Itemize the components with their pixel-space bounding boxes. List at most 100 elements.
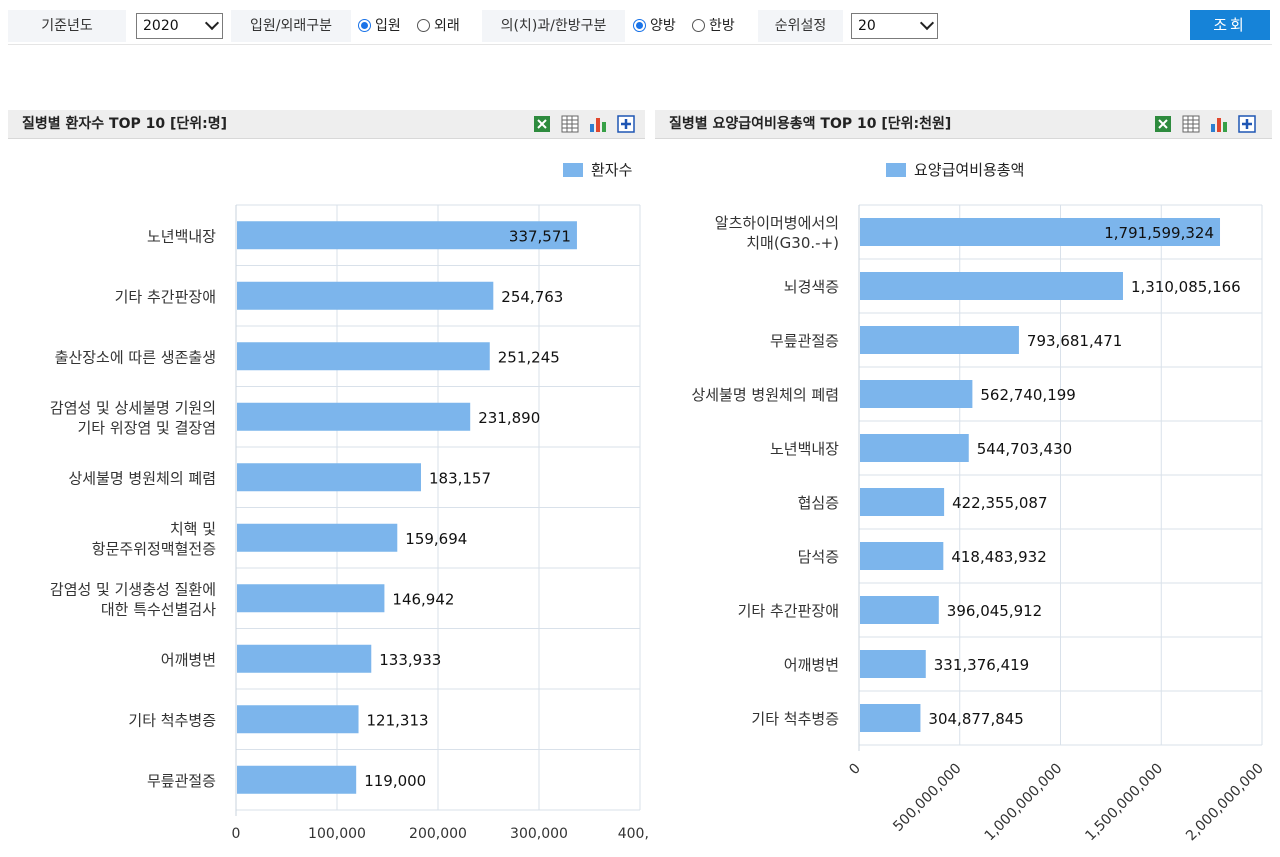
table-icon[interactable] [1181,114,1201,134]
category-label: 담석증 [798,548,839,566]
radio-unselected-icon [417,19,430,32]
bar[interactable] [860,326,1019,354]
chevron-down-icon [919,15,935,31]
category-label: 기타 위장염 및 결장염 [77,419,216,437]
add-icon[interactable] [1237,114,1257,134]
category-label: 뇌경색증 [784,278,839,296]
x-tick-label: 500,000,000 [890,761,964,835]
data-label: 251,245 [498,348,560,366]
bar[interactable] [237,463,421,492]
year-label: 기준년도 [8,10,126,42]
year-select-value: 2020 [143,18,179,34]
bar[interactable] [237,584,385,613]
data-label: 231,890 [478,409,540,427]
radio-inpatient[interactable]: 입원 [358,17,401,35]
radio-unselected-icon [692,19,705,32]
data-label: 254,763 [501,288,563,306]
bar[interactable] [860,434,969,462]
bar[interactable] [237,342,490,371]
data-label: 159,694 [405,530,467,548]
category-label: 협심증 [798,494,839,512]
category-label: 기타 척추병증 [128,711,216,729]
rank-select[interactable]: 20 [851,13,938,39]
data-label: 146,942 [392,590,454,608]
category-label: 기타 추간판장애 [738,602,839,620]
category-label: 무릎관절증 [770,332,839,350]
bar[interactable] [860,650,926,678]
data-label: 304,877,845 [928,710,1023,728]
data-label: 562,740,199 [980,386,1075,404]
category-label: 노년백내장 [147,227,216,245]
category-label: 기타 추간판장애 [115,288,216,306]
radio-oriental-label: 한방 [709,18,735,34]
data-label: 418,483,932 [951,548,1046,566]
bar[interactable] [860,272,1123,300]
add-icon[interactable] [616,114,636,134]
cost-panel-header: 질병별 요양급여비용총액 TOP 10 [단위:천원] [655,110,1272,139]
legend[interactable]: 환자수 [563,161,632,179]
data-label: 337,571 [509,227,571,245]
data-label: 1,791,599,324 [1104,224,1214,242]
bar[interactable] [860,380,973,408]
excel-icon[interactable] [532,114,552,134]
bar[interactable] [237,705,359,734]
rank-label: 순위설정 [758,10,843,42]
legend-label: 요양급여비용총액 [914,161,1024,179]
category-label: 어깨병변 [784,656,839,674]
x-tick-label: 100,000 [308,826,366,842]
data-label: 544,703,430 [977,440,1072,458]
radio-western[interactable]: 양방 [633,17,676,35]
data-label: 1,310,085,166 [1131,278,1241,296]
cost-panel-title: 질병별 요양급여비용총액 TOP 10 [단위:천원] [669,116,952,132]
radio-western-label: 양방 [650,18,676,34]
category-label: 치매(G30.-+) [746,234,839,252]
bar[interactable] [237,281,494,310]
category-label: 감염성 및 상세불명 기원의 [50,399,216,417]
medtype-label: 의(치)과/한방구분 [482,10,625,42]
legend-label: 환자수 [591,161,632,179]
radio-oriental[interactable]: 한방 [692,17,735,35]
x-tick-label: 400,... [618,826,650,842]
data-label: 331,376,419 [934,656,1029,674]
category-label: 치핵 및 [170,520,216,538]
radio-inpatient-label: 입원 [375,18,401,34]
cost-bar-chart: 요양급여비용총액 1,791,599,324 알츠하이머병에서의치매(G30.-+)… [691,161,1266,845]
category-label: 어깨병변 [161,651,216,669]
chart-icon[interactable] [588,114,608,134]
category-label: 무릎관절증 [147,772,216,790]
bar[interactable] [860,596,939,624]
bar[interactable] [237,765,357,794]
radio-outpatient[interactable]: 외래 [417,17,460,35]
bar[interactable] [237,644,372,673]
rank-select-value: 20 [858,18,876,34]
x-tick-label: 300,000 [510,826,568,842]
category-label: 감염성 및 기생충성 질환에 [50,580,216,598]
category-label: 상세불명 병원체의 폐렴 [691,386,839,404]
search-button[interactable]: 조회 [1190,10,1270,40]
excel-icon[interactable] [1153,114,1173,134]
legend-swatch [563,163,583,177]
year-select[interactable]: 2020 [136,13,223,39]
patients-bar-chart: 환자수 337,571 노년백내장 254,763 기타 추간판장애 251,245 출산장… [50,161,650,842]
category-label: 출산장소에 따른 생존출생 [55,348,216,366]
filter-bar: 기준년도 2020 입원/외래구분 입원 외래 의(치)과/한방구분 양방 한방… [8,8,1272,45]
data-label: 396,045,912 [947,602,1042,620]
category-label: 상세불명 병원체의 폐렴 [68,469,216,487]
x-tick-label: 1,500,000,000 [1082,761,1166,845]
table-icon[interactable] [560,114,580,134]
legend-swatch [886,163,906,177]
bar[interactable] [237,402,471,431]
radio-selected-icon [358,19,371,32]
bar[interactable] [860,704,921,732]
category-label: 알츠하이머병에서의 [715,214,839,232]
radio-outpatient-label: 외래 [434,18,460,34]
chart-icon[interactable] [1209,114,1229,134]
category-label: 대한 특수선별검사 [101,600,216,618]
bar[interactable] [237,523,398,552]
category-label: 기타 척추병증 [751,710,839,728]
bar[interactable] [860,542,944,570]
data-label: 133,933 [379,651,441,669]
bar[interactable] [860,488,945,516]
legend[interactable]: 요양급여비용총액 [886,161,1024,179]
category-label: 항문주위정맥혈전증 [92,540,216,558]
